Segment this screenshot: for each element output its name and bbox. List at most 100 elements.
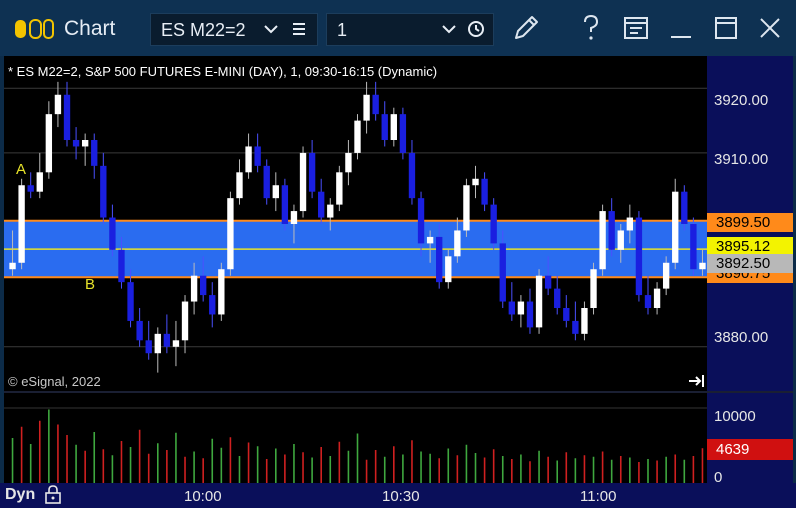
chevron-down-icon[interactable] xyxy=(263,20,279,38)
candle-body xyxy=(45,114,53,173)
price-label-bottom: 3880.00 xyxy=(714,329,769,346)
candle-body xyxy=(109,217,116,250)
candle-body xyxy=(36,172,43,192)
minimize-icon[interactable] xyxy=(665,12,697,44)
candle-body xyxy=(681,191,688,224)
candle-body xyxy=(463,185,470,231)
candle-body xyxy=(662,262,670,289)
candle-body xyxy=(590,269,597,308)
copyright-text: © eSignal, 2022 xyxy=(8,374,101,389)
candle-body xyxy=(481,178,488,205)
candle-body xyxy=(272,185,279,199)
app-logo-icon xyxy=(14,18,54,40)
candle-body xyxy=(599,211,606,270)
price-chart-svg xyxy=(4,81,707,373)
candle-body xyxy=(145,340,152,354)
candle-body xyxy=(499,243,506,302)
candle-body xyxy=(181,301,189,341)
candle-body xyxy=(436,236,443,283)
candle-body xyxy=(100,165,107,218)
candle-body xyxy=(81,140,89,147)
candle-body xyxy=(490,204,497,244)
candle-body xyxy=(653,288,661,308)
candle-body xyxy=(563,308,570,321)
candle-body xyxy=(345,152,352,173)
candle-body xyxy=(72,140,80,147)
candle-body xyxy=(299,152,307,212)
candle-body xyxy=(690,224,697,270)
price-chart[interactable] xyxy=(4,56,707,392)
time-label-1100: 11:00 xyxy=(580,488,617,505)
candle-body xyxy=(9,262,16,270)
maximize-icon[interactable] xyxy=(710,12,742,44)
layout-icon[interactable] xyxy=(620,12,652,44)
candle-body xyxy=(327,204,334,218)
dynamic-mode-label[interactable]: Dyn xyxy=(5,486,35,504)
time-label-1000: 10:00 xyxy=(184,488,222,505)
candle-body xyxy=(526,301,534,328)
candle-body xyxy=(644,295,652,308)
candle-body xyxy=(172,340,180,347)
candle-body xyxy=(91,140,98,166)
candle-body xyxy=(699,262,706,270)
candle-body xyxy=(354,120,361,153)
candle-body xyxy=(118,249,125,283)
candle-body xyxy=(281,185,289,224)
volume-label-zero: 0 xyxy=(714,469,723,486)
list-icon[interactable] xyxy=(291,20,307,38)
candle-body xyxy=(218,269,225,315)
candle-body xyxy=(381,114,388,140)
candle-body xyxy=(544,275,552,289)
chevron-down-icon[interactable] xyxy=(441,20,457,38)
volume-label-max: 10000 xyxy=(714,408,756,425)
candle-body xyxy=(245,146,252,173)
annotation-b[interactable]: B xyxy=(85,276,95,293)
interval-value: 1 xyxy=(337,20,348,40)
candle-body xyxy=(608,211,615,250)
candle-body xyxy=(163,333,171,347)
help-icon[interactable] xyxy=(575,12,607,44)
candle-body xyxy=(336,172,343,205)
price-label-top: 3920.00 xyxy=(714,92,769,109)
study-title: * ES M22=2, S&P 500 FUTURES E-MINI (DAY)… xyxy=(8,64,438,79)
candle-body xyxy=(535,275,543,328)
close-icon[interactable] xyxy=(754,12,786,44)
candle-body xyxy=(154,333,161,354)
candle-body xyxy=(190,275,198,302)
candle-body xyxy=(517,301,525,315)
volume-chart-svg xyxy=(4,407,707,483)
upper-band-tag: 3899.50 xyxy=(707,213,793,232)
clock-icon[interactable] xyxy=(467,20,485,38)
candle-body xyxy=(18,185,25,263)
candle-body xyxy=(399,114,407,153)
candle-body xyxy=(390,114,397,140)
candle-body xyxy=(254,146,261,166)
annotation-a[interactable]: A xyxy=(16,161,26,178)
candle-body xyxy=(445,256,452,283)
candle-body xyxy=(454,230,461,257)
chart-window: Chart ES M22=2 1 * ES M22=2, S&P 500 FUT… xyxy=(0,0,796,508)
candle-body xyxy=(263,165,270,199)
interval-selector[interactable]: 1 xyxy=(326,13,494,46)
candle-body xyxy=(227,198,234,270)
lock-icon[interactable] xyxy=(44,484,62,504)
candle-body xyxy=(426,236,434,244)
candle-body xyxy=(290,211,298,224)
last-price-tag: 3892.50 xyxy=(707,254,793,273)
pencil-icon[interactable] xyxy=(510,12,542,44)
candle-body xyxy=(136,320,143,341)
volume-chart[interactable] xyxy=(4,393,707,483)
window-title: Chart xyxy=(64,17,116,40)
candle-body xyxy=(363,94,370,121)
candle-body xyxy=(408,152,416,199)
candle-body xyxy=(417,198,425,244)
candle-body xyxy=(626,217,634,231)
symbol-selector[interactable]: ES M22=2 xyxy=(150,13,318,46)
symbol-value: ES M22=2 xyxy=(161,20,246,40)
time-label-1030: 10:30 xyxy=(382,488,420,505)
candle-body xyxy=(63,94,71,140)
title-bar[interactable]: Chart ES M22=2 1 xyxy=(0,0,796,56)
candle-body xyxy=(672,191,679,263)
candle-body xyxy=(372,94,379,115)
scroll-to-end-icon[interactable] xyxy=(688,374,706,388)
